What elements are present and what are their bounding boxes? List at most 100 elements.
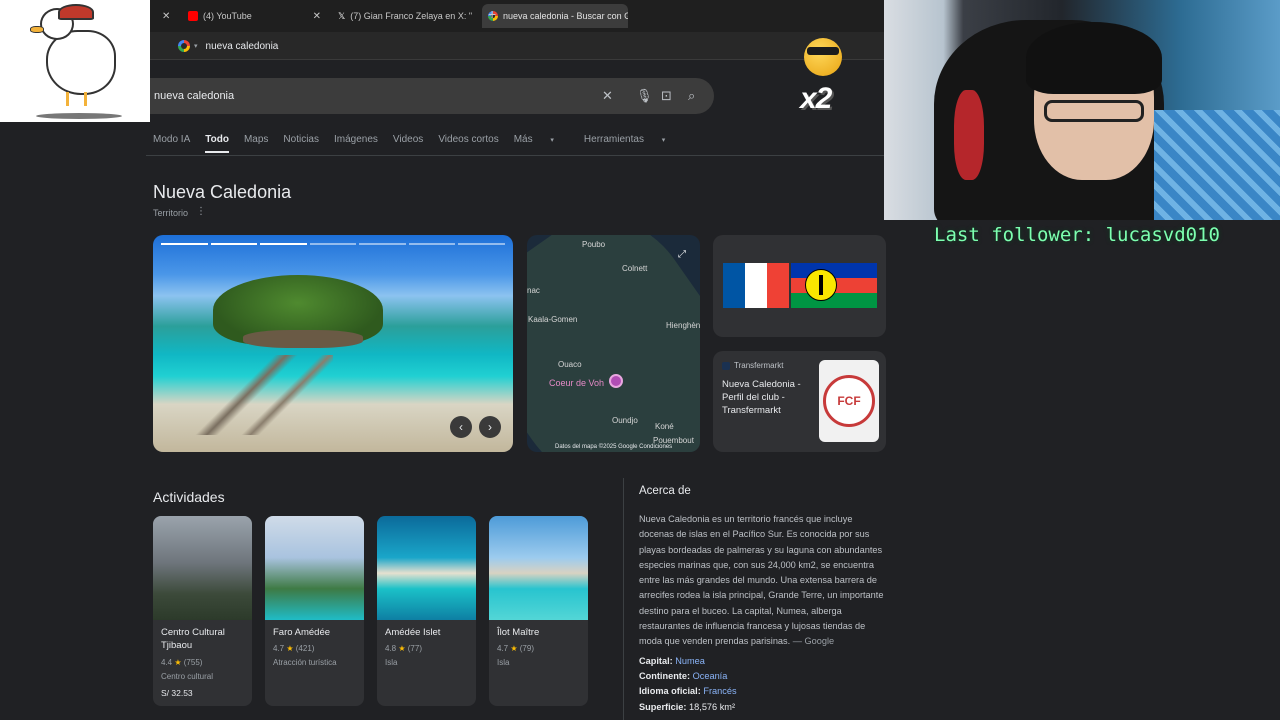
lens-icon[interactable]: ⊡ [661, 88, 672, 104]
activity-type: Isla [385, 658, 398, 667]
activity-image [265, 516, 364, 620]
hero-image[interactable]: ‹ › [153, 235, 513, 452]
fact-continent: Continente: Oceanía [639, 671, 728, 681]
column-divider [623, 478, 624, 720]
activity-type: Atracción turística [273, 658, 337, 667]
tab-google-search[interactable]: nueva caledonia - Buscar con G ✕ [482, 4, 628, 28]
star-icon: ★ [174, 658, 182, 667]
close-icon[interactable]: ✕ [472, 11, 477, 22]
fact-link[interactable]: Numea [675, 656, 705, 666]
activity-image [153, 516, 252, 620]
tab-maps[interactable]: Maps [244, 134, 268, 145]
tab-imagenes[interactable]: Imágenes [334, 134, 378, 145]
slideshow-progress [161, 243, 506, 245]
tab-todo[interactable]: Todo [205, 134, 229, 153]
map-place-label[interactable]: Coeur de Voh [549, 378, 604, 388]
clear-icon[interactable]: ✕ [602, 88, 613, 104]
activity-rating: 4.8 ★ (77) [385, 644, 422, 653]
tab-title: nueva caledonia - Buscar con G [503, 11, 628, 21]
map-label: Ouaco [558, 360, 582, 369]
tab-herramientas[interactable]: Herramientas ▾ [584, 134, 680, 145]
fact-area: Superficie: 18,576 km² [639, 702, 736, 712]
activities-heading: Actividades [153, 489, 225, 505]
search-tabs: Modo IA Todo Maps Noticias Imágenes Vide… [153, 134, 695, 153]
kanak-flag [791, 263, 877, 308]
microphone-icon[interactable]: 🎙 [636, 88, 653, 104]
sunglasses-emoji-icon [796, 34, 850, 82]
more-options-icon[interactable]: ⋮ [196, 206, 206, 217]
about-source[interactable]: — Google [793, 636, 834, 646]
activity-card[interactable]: Centro Cultural Tjibaou 4.4 ★ (755) Cent… [153, 516, 252, 706]
webcam-overlay [884, 0, 1280, 220]
activity-name: Centro Cultural Tjibaou [161, 627, 225, 651]
address-field[interactable]: ▾ nueva caledonia [178, 36, 278, 56]
tab-noticias[interactable]: Noticias [283, 134, 319, 145]
activity-card[interactable]: Îlot Maître 4.7 ★ (79) Isla [489, 516, 588, 706]
chevron-down-icon: ▾ [661, 137, 666, 144]
activity-rating: 4.7 ★ (421) [273, 644, 315, 653]
tab-x-post[interactable]: 𝕏 (7) Gian Franco Zelaya en X: " ✕ [332, 4, 477, 28]
activity-type: Isla [497, 658, 510, 667]
map-label: Hienghèn [666, 321, 700, 330]
multiplier-overlay: x2 [800, 82, 832, 115]
activity-image [377, 516, 476, 620]
tab-videos[interactable]: Videos [393, 134, 423, 145]
activity-price: S/ 32.53 [161, 688, 193, 698]
tab-close-prev[interactable]: ✕ [150, 4, 176, 28]
tab-mas[interactable]: Más ▾ [514, 134, 569, 145]
last-follower-overlay: Last follower: lucasvd010 [934, 224, 1220, 246]
map-label: nac [527, 286, 540, 295]
close-icon[interactable]: ✕ [156, 11, 170, 22]
activity-card[interactable]: Faro Amédée 4.7 ★ (421) Atracción turíst… [265, 516, 364, 706]
star-icon: ★ [510, 644, 518, 653]
fact-link[interactable]: Oceanía [693, 671, 728, 681]
result-title[interactable]: Nueva Caledonia - Perfil del club - Tran… [722, 378, 812, 417]
search-query: nueva caledonia [154, 90, 235, 102]
fact-link[interactable]: Francés [703, 686, 736, 696]
transfermarkt-icon [722, 361, 730, 370]
youtube-icon [188, 11, 198, 21]
map-label: Kaala-Gomen [528, 315, 578, 324]
star-icon: ★ [286, 644, 294, 653]
tab-youtube[interactable]: (4) YouTube ✕ [182, 4, 327, 28]
divider [146, 155, 884, 156]
chevron-right-icon[interactable]: › [479, 416, 501, 438]
activity-image [489, 516, 588, 620]
activity-name: Amédée Islet [385, 627, 441, 638]
french-flag [723, 263, 789, 308]
map-label: Colnett [622, 264, 648, 273]
chevron-left-icon[interactable]: ‹ [450, 416, 472, 438]
map-attribution: Datos del mapa ©2025 Google Condiciones [555, 444, 673, 450]
map-label: Oundjo [612, 416, 638, 425]
federation-logo: FCF [819, 360, 879, 442]
flag-card[interactable] [713, 235, 886, 337]
map-preview[interactable]: Poubo Colnett nac Kaala-Gomen Hienghèn O… [527, 235, 700, 452]
activity-card[interactable]: Amédée Islet 4.8 ★ (77) Isla [377, 516, 476, 706]
tab-modo-ia[interactable]: Modo IA [153, 134, 190, 145]
entity-title: Nueva Caledonia [153, 182, 292, 202]
map-pin-icon[interactable] [609, 374, 623, 388]
activity-type: Centro cultural [161, 672, 214, 681]
star-icon: ★ [398, 644, 406, 653]
search-input[interactable]: nueva caledonia [146, 78, 714, 114]
map-label: Koné [655, 422, 674, 431]
close-icon[interactable]: ✕ [307, 11, 321, 22]
google-icon [178, 40, 190, 52]
activity-name: Îlot Maître [497, 627, 540, 638]
entity-subtitle: Territorio [153, 208, 189, 218]
new-tab-button[interactable]: + [488, 6, 496, 22]
activity-rating: 4.7 ★ (79) [497, 644, 534, 653]
tab-title: (7) Gian Franco Zelaya en X: " [350, 11, 473, 21]
duck-mascot-overlay [0, 0, 150, 122]
address-text: nueva caledonia [205, 40, 279, 52]
activity-name: Faro Amédée [273, 627, 331, 638]
rock-shape [243, 330, 363, 348]
search-icon[interactable]: ⌕ [688, 88, 695, 104]
driftwood-shape [183, 355, 333, 435]
expand-icon[interactable]: ⤢ [678, 249, 686, 260]
chevron-down-icon[interactable]: ▾ [194, 42, 198, 50]
tab-videos-cortos[interactable]: Videos cortos [438, 134, 498, 145]
transfermarkt-card[interactable]: Transfermarkt Nueva Caledonia - Perfil d… [713, 351, 886, 452]
fact-capital: Capital: Numea [639, 656, 705, 666]
chevron-down-icon: ▾ [550, 137, 554, 144]
